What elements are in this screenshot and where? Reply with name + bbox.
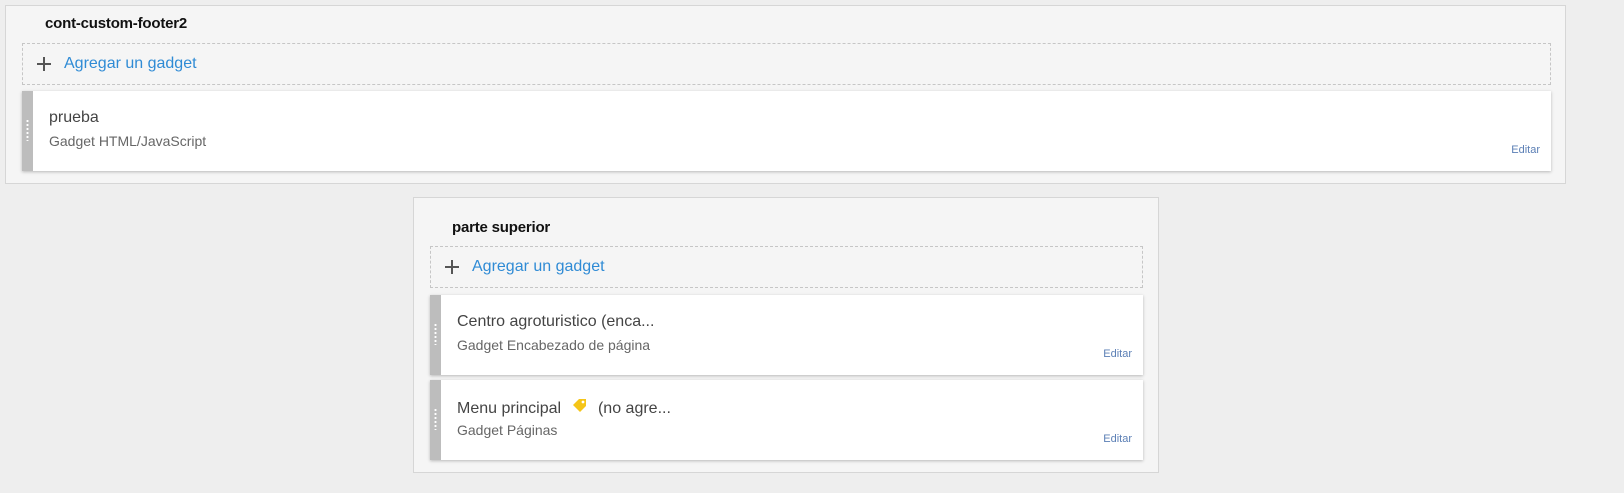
edit-link[interactable]: Editar (1511, 144, 1540, 156)
add-gadget-label[interactable]: Agregar un gadget (472, 258, 605, 276)
grip-icon (434, 408, 437, 430)
add-gadget-button[interactable]: Agregar un gadget (22, 43, 1551, 85)
add-gadget-label[interactable]: Agregar un gadget (64, 55, 197, 73)
gadget-type: Gadget HTML/JavaScript (49, 133, 207, 149)
gadget-title: prueba (49, 109, 99, 126)
section-cont-custom-footer2: cont-custom-footer2 Agregar un gadget pr… (5, 5, 1566, 184)
gadget-title: Menu principal (no agre... (457, 398, 671, 420)
gadget-card: Menu principal (no agre... Gadget Página… (430, 380, 1143, 460)
drag-handle[interactable] (22, 91, 33, 171)
gadget-type: Gadget Páginas (457, 422, 558, 438)
grip-icon (26, 119, 29, 141)
gadget-card: prueba Gadget HTML/JavaScript Editar (22, 91, 1551, 171)
gadget-title: Centro agroturistico (enca... (457, 313, 655, 330)
drag-handle[interactable] (430, 380, 441, 460)
edit-link[interactable]: Editar (1103, 348, 1132, 360)
section-title: cont-custom-footer2 (45, 15, 188, 32)
gadget-card: Centro agroturistico (enca... Gadget Enc… (430, 295, 1143, 375)
add-gadget-button[interactable]: Agregar un gadget (430, 246, 1143, 288)
edit-link[interactable]: Editar (1103, 433, 1132, 445)
plus-icon (445, 260, 459, 274)
plus-icon (37, 57, 51, 71)
tag-icon (572, 398, 588, 417)
section-parte-superior: parte superior Agregar un gadget Centro … (413, 197, 1159, 473)
gadget-title-suffix: (no agre... (597, 400, 671, 418)
gadget-title-text: Menu principal (457, 400, 562, 418)
grip-icon (434, 323, 437, 345)
gadget-type: Gadget Encabezado de página (457, 337, 651, 353)
section-title: parte superior (452, 219, 551, 236)
drag-handle[interactable] (430, 295, 441, 375)
